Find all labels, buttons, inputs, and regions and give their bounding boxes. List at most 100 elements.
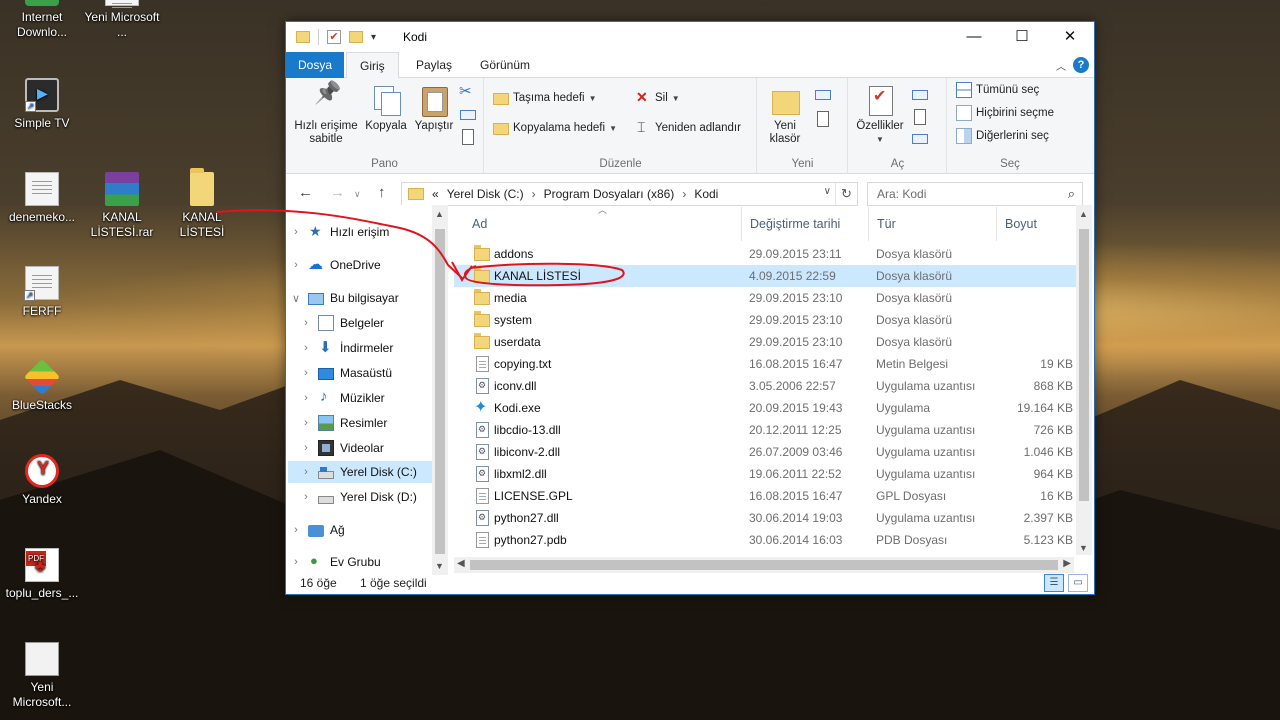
expand-chevron-icon[interactable]: › bbox=[300, 491, 312, 503]
table-row[interactable]: media 29.09.2015 23:10 Dosya klasörü bbox=[454, 287, 1076, 309]
new-folder-icon[interactable] bbox=[349, 31, 363, 43]
new-folder-button[interactable]: Yeni klasör bbox=[762, 82, 808, 146]
scroll-thumb[interactable] bbox=[470, 560, 1058, 570]
table-row[interactable]: libxml2.dll 19.06.2011 22:52 Uygulama uz… bbox=[454, 463, 1076, 485]
maximize-button[interactable]: ☐ bbox=[998, 22, 1046, 52]
nav-item-drive-c[interactable]: › Yerel Disk (C:) bbox=[288, 461, 432, 483]
scroll-down-icon[interactable]: ▼ bbox=[435, 561, 444, 571]
nav-item-quick-access[interactable]: › Hızlı erişim bbox=[290, 221, 389, 243]
breadcrumb-segment[interactable]: Program Dosyaları (x86) bbox=[544, 187, 675, 201]
expand-chevron-icon[interactable]: › bbox=[290, 524, 302, 536]
rename-button[interactable]: Yeniden adlandır bbox=[635, 118, 741, 138]
desktop-icon-yandex[interactable]: Yandex bbox=[0, 454, 84, 507]
column-header-size[interactable]: Boyut bbox=[997, 207, 1075, 241]
column-header-name[interactable]: Ad bbox=[464, 207, 742, 241]
breadcrumb-overflow[interactable]: « bbox=[432, 187, 439, 201]
table-row[interactable]: userdata 29.09.2015 23:10 Dosya klasörü bbox=[454, 331, 1076, 353]
paste-button[interactable]: Yapıştır bbox=[410, 82, 458, 133]
desktop-icon-denemeko[interactable]: denemeko... bbox=[0, 172, 84, 225]
delete-button[interactable]: Sil ▼ bbox=[635, 88, 680, 108]
table-row[interactable]: KANAL LİSTESİ 4.09.2015 22:59 Dosya klas… bbox=[454, 265, 1076, 287]
copy-path-icon[interactable] bbox=[459, 106, 476, 122]
edit-icon[interactable] bbox=[911, 108, 927, 125]
details-view-icon[interactable]: ☰ bbox=[1044, 574, 1064, 592]
expand-chevron-icon[interactable]: › bbox=[300, 342, 312, 354]
recent-locations-icon[interactable]: ∨ bbox=[354, 189, 361, 200]
easy-access-icon[interactable] bbox=[814, 110, 830, 127]
expand-chevron-icon[interactable]: › bbox=[300, 466, 312, 478]
title-bar[interactable]: ✔ ▾ Kodi — ☐ ✕ bbox=[286, 22, 1094, 52]
chevron-down-icon[interactable]: ∨ bbox=[824, 186, 831, 197]
desktop-icon-simple-tv[interactable]: ↗ Simple TV bbox=[0, 78, 84, 131]
scroll-up-icon[interactable]: ▲ bbox=[1079, 209, 1088, 219]
select-all-button[interactable]: Tümünü seç bbox=[956, 80, 1039, 100]
cut-icon[interactable] bbox=[459, 82, 475, 100]
move-to-button[interactable]: Taşıma hedefi ▼ bbox=[493, 88, 597, 108]
copy-button[interactable]: Kopyala bbox=[362, 82, 410, 133]
desktop-icon-kanal-listesi-folder[interactable]: KANAL LİSTESİ bbox=[160, 168, 244, 240]
scroll-down-icon[interactable]: ▼ bbox=[1079, 543, 1088, 553]
scroll-up-icon[interactable]: ▲ bbox=[435, 209, 444, 219]
desktop-icon-internet-download[interactable]: Internet Downlo... bbox=[0, 0, 84, 40]
large-icons-view-icon[interactable]: ▭ bbox=[1068, 574, 1088, 592]
nav-item-pictures[interactable]: › Resimler bbox=[300, 412, 387, 434]
up-arrow-icon[interactable]: ↑ bbox=[378, 184, 386, 201]
desktop-icon-bluestacks[interactable]: BlueStacks bbox=[0, 358, 84, 413]
nav-item-onedrive[interactable]: › OneDrive bbox=[290, 254, 381, 276]
tab-file[interactable]: Dosya bbox=[286, 52, 344, 78]
new-item-icon[interactable] bbox=[814, 86, 831, 102]
collapse-ribbon-icon[interactable]: ︿ bbox=[1056, 58, 1066, 73]
table-row[interactable]: iconv.dll 3.05.2006 22:57 Uygulama uzant… bbox=[454, 375, 1076, 397]
table-row[interactable]: copying.txt 16.08.2015 16:47 Metin Belge… bbox=[454, 353, 1076, 375]
table-row[interactable]: libcdio-13.dll 20.12.2011 12:25 Uygulama… bbox=[454, 419, 1076, 441]
forward-arrow-icon[interactable]: → bbox=[330, 184, 345, 201]
nav-scrollbar[interactable]: ▲ ▼ bbox=[432, 205, 448, 575]
tab-share[interactable]: Paylaş bbox=[403, 52, 465, 78]
expand-chevron-icon[interactable]: › bbox=[290, 226, 302, 238]
table-row[interactable]: libiconv-2.dll 26.07.2009 03:46 Uygulama… bbox=[454, 441, 1076, 463]
expand-chevron-icon[interactable]: › bbox=[300, 417, 312, 429]
desktop-icon-yeni-microsoft-1[interactable]: Yeni Microsoft ... bbox=[80, 0, 164, 40]
expand-chevron-icon[interactable]: › bbox=[290, 556, 302, 568]
navigation-pane[interactable]: › Hızlı erişim › OneDrive ∨ Bu bilgisaya… bbox=[286, 205, 448, 575]
file-list-scrollbar[interactable]: ▲ ▼ bbox=[1076, 205, 1092, 555]
scroll-left-icon[interactable]: ◀ bbox=[457, 558, 465, 569]
nav-item-videos[interactable]: › Videolar bbox=[300, 437, 384, 459]
column-header-modified[interactable]: Değiştirme tarihi bbox=[742, 207, 869, 241]
desktop-icon-kanal-listesi-rar[interactable]: KANAL LİSTESİ.rar bbox=[80, 172, 164, 240]
column-header-type[interactable]: Tür bbox=[869, 207, 997, 241]
chevron-right-icon[interactable]: › bbox=[682, 187, 686, 201]
breadcrumb-segment[interactable]: Yerel Disk (C:) bbox=[447, 187, 524, 201]
table-row[interactable]: Kodi.exe 20.09.2015 19:43 Uygulama 19.16… bbox=[454, 397, 1076, 419]
pin-to-quick-access-button[interactable]: Hızlı erişime sabitle bbox=[290, 82, 362, 146]
search-icon[interactable]: ⌕ bbox=[1068, 183, 1075, 205]
history-icon[interactable] bbox=[911, 130, 928, 146]
close-button[interactable]: ✕ bbox=[1046, 22, 1094, 52]
chevron-right-icon[interactable]: › bbox=[532, 187, 536, 201]
open-icon[interactable] bbox=[911, 86, 928, 102]
expand-chevron-icon[interactable]: › bbox=[290, 259, 302, 271]
copy-to-button[interactable]: Kopyalama hedefi ▼ bbox=[493, 118, 617, 138]
paste-shortcut-icon[interactable] bbox=[459, 128, 475, 145]
expand-chevron-icon[interactable]: › bbox=[300, 367, 312, 379]
table-row[interactable]: python27.pdb 30.06.2014 16:03 PDB Dosyas… bbox=[454, 529, 1076, 551]
horizontal-scrollbar[interactable]: ◀ ▶ bbox=[454, 557, 1074, 573]
scroll-thumb[interactable] bbox=[1079, 229, 1089, 501]
customize-quick-access-button[interactable]: ▾ bbox=[371, 32, 376, 43]
expand-chevron-icon[interactable]: › bbox=[300, 392, 312, 404]
breadcrumb-segment[interactable]: Kodi bbox=[694, 187, 718, 201]
table-row[interactable]: addons 29.09.2015 23:11 Dosya klasörü bbox=[454, 243, 1076, 265]
collapse-chevron-icon[interactable]: ∨ bbox=[290, 292, 302, 305]
expand-chevron-icon[interactable]: › bbox=[300, 442, 312, 454]
help-button[interactable]: ? bbox=[1073, 57, 1089, 73]
nav-item-downloads[interactable]: › İndirmeler bbox=[300, 337, 393, 359]
desktop-icon-ferff[interactable]: ↗ FERFF bbox=[0, 266, 84, 319]
tab-home[interactable]: Giriş bbox=[346, 52, 399, 79]
desktop-icon-toplu-ders[interactable]: toplu_ders_... bbox=[0, 548, 84, 601]
nav-item-music[interactable]: › Müzikler bbox=[300, 387, 385, 409]
search-box[interactable]: Ara: Kodi ⌕ bbox=[867, 182, 1083, 206]
scroll-thumb[interactable] bbox=[435, 229, 445, 554]
invert-selection-button[interactable]: Diğerlerini seç bbox=[956, 126, 1049, 146]
address-bar[interactable]: « Yerel Disk (C:) › Program Dosyaları (x… bbox=[401, 182, 858, 206]
properties-icon[interactable]: ✔ bbox=[327, 30, 341, 44]
